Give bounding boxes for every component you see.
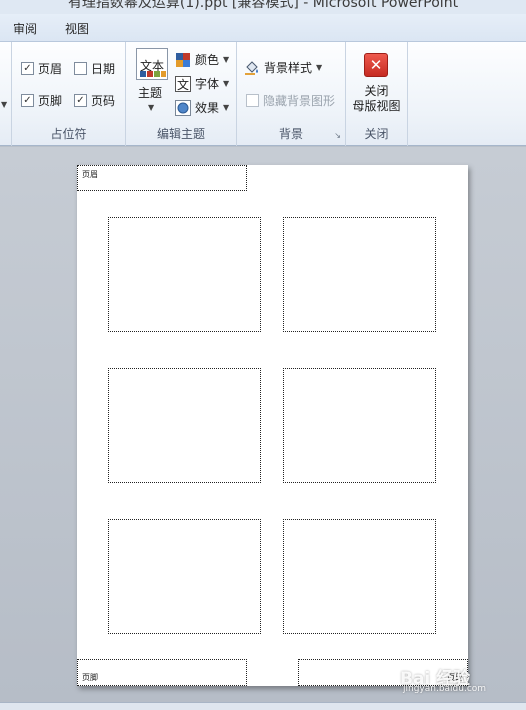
theme-effects-button[interactable]: 效果 ▼ <box>175 99 229 116</box>
close-master-view-icon[interactable]: ✕ <box>364 53 388 77</box>
page-number-checkbox-row[interactable]: ✓ 页码 <box>74 92 115 109</box>
chevron-down-icon[interactable]: ▼ <box>148 103 154 112</box>
ribbon-group-background: 背景样式 ▼ 隐藏背景图形 背景 ↘ <box>237 42 346 146</box>
handout-master-page[interactable]: 页眉 页脚 页码 <box>77 165 468 686</box>
footer-checkbox[interactable]: ✓ <box>21 94 34 107</box>
close-master-line1: 关闭 <box>364 84 389 98</box>
window-title: 有理指数幂及运算(1).ppt [兼容模式] - Microsoft Power… <box>67 0 459 11</box>
background-styles-label: 背景样式 <box>264 61 313 75</box>
page-number-checkbox[interactable]: ✓ <box>74 94 87 107</box>
slide-thumbnail-placeholder[interactable] <box>108 519 261 634</box>
chevron-down-icon: ▼ <box>223 55 230 64</box>
close-master-line2: 母版视图 <box>352 99 401 113</box>
theme-fonts-button[interactable]: 文 字体 ▼ <box>175 75 229 92</box>
dialog-launcher-icon[interactable]: ↘ <box>334 131 341 140</box>
close-master-view-button[interactable]: 关闭 母版视图 <box>346 84 407 114</box>
header-checkbox[interactable]: ✓ <box>21 62 34 75</box>
header-placeholder-label: 页眉 <box>82 170 98 179</box>
theme-preview-icon[interactable]: 文本 <box>136 48 168 80</box>
status-bar <box>0 702 526 710</box>
header-checkbox-row[interactable]: ✓ 页眉 <box>21 60 62 77</box>
close-group-label: 关闭 <box>364 127 389 141</box>
date-checkbox-row[interactable]: 日期 <box>74 60 115 77</box>
hide-background-graphics-checkbox[interactable] <box>246 94 259 107</box>
tab-review[interactable]: 审阅 <box>13 20 37 37</box>
chevron-down-icon: ▼ <box>223 79 230 88</box>
slide-thumbnail-placeholder[interactable] <box>283 217 436 332</box>
footer-checkbox-label: 页脚 <box>38 94 63 108</box>
hide-background-graphics-label: 隐藏背景图形 <box>263 94 336 108</box>
ribbon-group-edit-theme: 文本 主题 ▼ 颜色 ▼ 文 字体 ▼ 效果 ▼ 编辑主题 <box>126 42 237 146</box>
chevron-down-icon: ▼ <box>223 103 230 112</box>
watermark-url: jingyan.baidu.com <box>403 684 487 694</box>
themes-button-label[interactable]: 主题 <box>138 84 162 101</box>
edit-theme-group-label: 编辑主题 <box>156 127 205 141</box>
svg-text:文: 文 <box>177 77 189 92</box>
ribbon-group-close: ✕ 关闭 母版视图 关闭 <box>346 42 408 146</box>
theme-fonts-label: 字体 <box>195 77 220 91</box>
ribbon-group-placeholders: ✓ 页眉 日期 ✓ 页脚 ✓ 页码 占位符 <box>12 42 126 146</box>
slide-thumbnail-placeholder[interactable] <box>283 519 436 634</box>
theme-colors-label: 颜色 <box>195 53 220 67</box>
effects-icon <box>175 99 191 116</box>
page-number-checkbox-label: 页码 <box>91 94 116 108</box>
ribbon-group-fragment: ▼ <box>0 42 12 146</box>
background-group-label: 背景 <box>278 127 303 141</box>
theme-color-strip <box>140 71 166 77</box>
theme-colors-button[interactable]: 颜色 ▼ <box>175 51 229 68</box>
slide-thumbnail-placeholder[interactable] <box>283 368 436 483</box>
date-checkbox[interactable] <box>74 62 87 75</box>
font-icon: 文 <box>175 75 191 92</box>
footer-checkbox-row[interactable]: ✓ 页脚 <box>21 92 62 109</box>
ribbon-tab-strip: 审阅 视图 <box>0 14 526 42</box>
footer-placeholder-label: 页脚 <box>82 673 98 682</box>
theme-effects-label: 效果 <box>195 101 220 115</box>
ribbon: ▼ ✓ 页眉 日期 ✓ 页脚 ✓ 页码 占位符 文本 主题 ▼ 颜色 ▼ 文 字… <box>0 42 526 146</box>
baidu-watermark: Bai 经验 jingyan.baidu.com <box>400 664 522 698</box>
tab-view[interactable]: 视图 <box>65 20 89 37</box>
placeholders-group-label: 占位符 <box>50 127 87 141</box>
header-placeholder[interactable]: 页眉 <box>77 165 247 191</box>
date-checkbox-label: 日期 <box>91 62 116 76</box>
title-bar: 有理指数幂及运算(1).ppt [兼容模式] - Microsoft Power… <box>0 0 526 14</box>
background-styles-button[interactable]: 背景样式 ▼ <box>244 59 322 76</box>
header-checkbox-label: 页眉 <box>38 62 63 76</box>
paint-bucket-icon <box>245 60 258 75</box>
palette-icon <box>176 52 190 67</box>
chevron-down-icon[interactable]: ▼ <box>1 100 7 109</box>
slide-thumbnail-placeholder[interactable] <box>108 217 261 332</box>
chevron-down-icon: ▼ <box>316 63 323 72</box>
footer-placeholder[interactable]: 页脚 <box>77 659 247 686</box>
hide-background-graphics-row[interactable]: 隐藏背景图形 <box>246 92 335 109</box>
slide-thumbnail-placeholder[interactable] <box>108 368 261 483</box>
